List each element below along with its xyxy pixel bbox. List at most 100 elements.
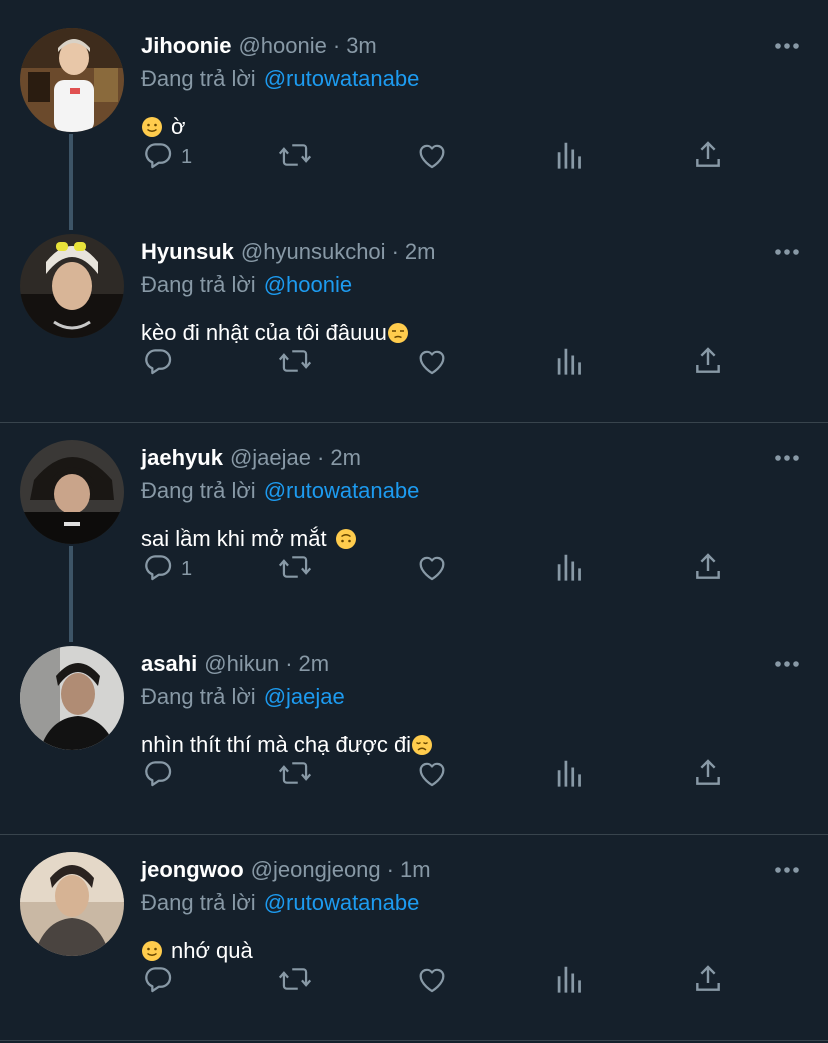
share-button[interactable] [693, 961, 723, 1001]
reply-prefix: Đang trả lời [141, 272, 256, 297]
like-button[interactable] [415, 961, 449, 1001]
mention-link[interactable]: @rutowatanabe [264, 478, 420, 504]
analytics-button[interactable] [555, 343, 585, 383]
tweet-header: jeongwoo @jeongjeong · 1m [141, 855, 431, 885]
retweet-button[interactable] [277, 755, 313, 795]
reply-context: Đang trả lời @jaejae [141, 682, 345, 712]
reply-button[interactable] [141, 343, 181, 383]
analytics-icon [555, 138, 585, 177]
reply-button[interactable]: 1 [141, 137, 192, 177]
more-icon[interactable] [772, 36, 802, 56]
user-handle[interactable]: @hoonie [238, 33, 326, 59]
analytics-button[interactable] [555, 549, 585, 589]
retweet-button[interactable] [277, 137, 313, 177]
tweet-item[interactable]: jaehyuk @jaejae · 2m Đang trả lời @rutow… [0, 412, 828, 642]
retweet-icon [277, 344, 313, 383]
user-handle[interactable]: @jeongjeong [251, 857, 381, 883]
share-icon [693, 139, 723, 176]
display-name[interactable]: jeongwoo [141, 857, 244, 883]
timestamp[interactable]: 3m [346, 33, 377, 59]
share-button[interactable] [693, 343, 723, 383]
tweet-header: asahi @hikun · 2m [141, 649, 329, 679]
action-bar: 1 [141, 549, 741, 589]
avatar[interactable] [20, 28, 124, 132]
analytics-icon [555, 344, 585, 383]
avatar[interactable] [20, 852, 124, 956]
user-handle[interactable]: @jaejae [230, 445, 311, 471]
retweet-button[interactable] [277, 343, 313, 383]
like-button[interactable] [415, 343, 449, 383]
mention-link[interactable]: @rutowatanabe [264, 890, 420, 916]
share-icon [693, 551, 723, 588]
more-icon[interactable] [772, 448, 802, 468]
display-name[interactable]: asahi [141, 651, 197, 677]
action-bar [141, 755, 741, 795]
like-icon [415, 550, 449, 589]
avatar[interactable] [20, 234, 124, 338]
retweet-button[interactable] [277, 961, 313, 1001]
tweet-item[interactable]: asahi @hikun · 2m Đang trả lời @jaejae n… [0, 618, 828, 824]
analytics-button[interactable] [555, 137, 585, 177]
reply-context: Đang trả lời @rutowatanabe [141, 476, 419, 506]
more-icon[interactable] [772, 654, 802, 674]
display-name[interactable]: Jihoonie [141, 33, 231, 59]
reply-prefix: Đang trả lời [141, 890, 256, 915]
reply-icon [141, 962, 175, 1001]
analytics-icon [555, 756, 585, 795]
tweet-item[interactable]: jeongwoo @jeongjeong · 1m Đang trả lời @… [0, 824, 828, 1030]
reply-button[interactable] [141, 961, 181, 1001]
mention-link[interactable]: @rutowatanabe [264, 66, 420, 92]
retweet-icon [277, 756, 313, 795]
avatar[interactable] [20, 440, 124, 544]
display-name[interactable]: jaehyuk [141, 445, 223, 471]
retweet-button[interactable] [277, 549, 313, 589]
reply-button[interactable] [141, 755, 181, 795]
more-icon[interactable] [772, 860, 802, 880]
reply-count: 1 [181, 145, 193, 168]
upside-down-face-icon [335, 528, 357, 550]
reply-button[interactable]: 1 [141, 549, 192, 589]
display-name[interactable]: Hyunsuk [141, 239, 234, 265]
reply-context: Đang trả lời @rutowatanabe [141, 64, 419, 94]
analytics-button[interactable] [555, 961, 585, 1001]
timestamp[interactable]: 1m [400, 857, 431, 883]
user-handle[interactable]: @hikun [204, 651, 279, 677]
reply-feed: Jihoonie @hoonie · 3m Đang trả lời @ruto… [0, 0, 828, 1043]
like-button[interactable] [415, 549, 449, 589]
user-handle[interactable]: @hyunsukchoi [241, 239, 386, 265]
more-icon[interactable] [772, 242, 802, 262]
analytics-button[interactable] [555, 755, 585, 795]
disappointed-face-icon [411, 734, 433, 756]
like-icon [415, 962, 449, 1001]
reply-context: Đang trả lời @hoonie [141, 270, 352, 300]
reply-prefix: Đang trả lời [141, 66, 256, 91]
separator: · [285, 651, 293, 676]
like-icon [415, 344, 449, 383]
timestamp[interactable]: 2m [299, 651, 330, 677]
tweet-header: Jihoonie @hoonie · 3m [141, 31, 377, 61]
tweet-header: jaehyuk @jaejae · 2m [141, 443, 361, 473]
action-bar [141, 343, 741, 383]
tweet-header: Hyunsuk @hyunsukchoi · 2m [141, 237, 435, 267]
like-icon [415, 756, 449, 795]
tweet-item[interactable]: Jihoonie @hoonie · 3m Đang trả lời @ruto… [0, 0, 828, 230]
separator: · [386, 857, 394, 882]
mention-link[interactable]: @jaejae [264, 684, 345, 710]
separator: · [332, 33, 341, 58]
mention-link[interactable]: @hoonie [264, 272, 352, 298]
slightly-smiling-face-icon [141, 940, 163, 962]
avatar[interactable] [20, 646, 124, 750]
reply-icon [141, 138, 175, 177]
timestamp[interactable]: 2m [405, 239, 436, 265]
like-button[interactable] [415, 755, 449, 795]
share-button[interactable] [693, 137, 723, 177]
like-button[interactable] [415, 137, 449, 177]
timestamp[interactable]: 2m [330, 445, 361, 471]
share-button[interactable] [693, 549, 723, 589]
share-icon [693, 345, 723, 382]
separator: · [391, 239, 399, 264]
share-button[interactable] [693, 755, 723, 795]
action-bar: 1 [141, 137, 741, 177]
tweet-item[interactable]: Hyunsuk @hyunsukchoi · 2m Đang trả lời @… [0, 206, 828, 412]
unamused-face-icon [387, 322, 409, 344]
